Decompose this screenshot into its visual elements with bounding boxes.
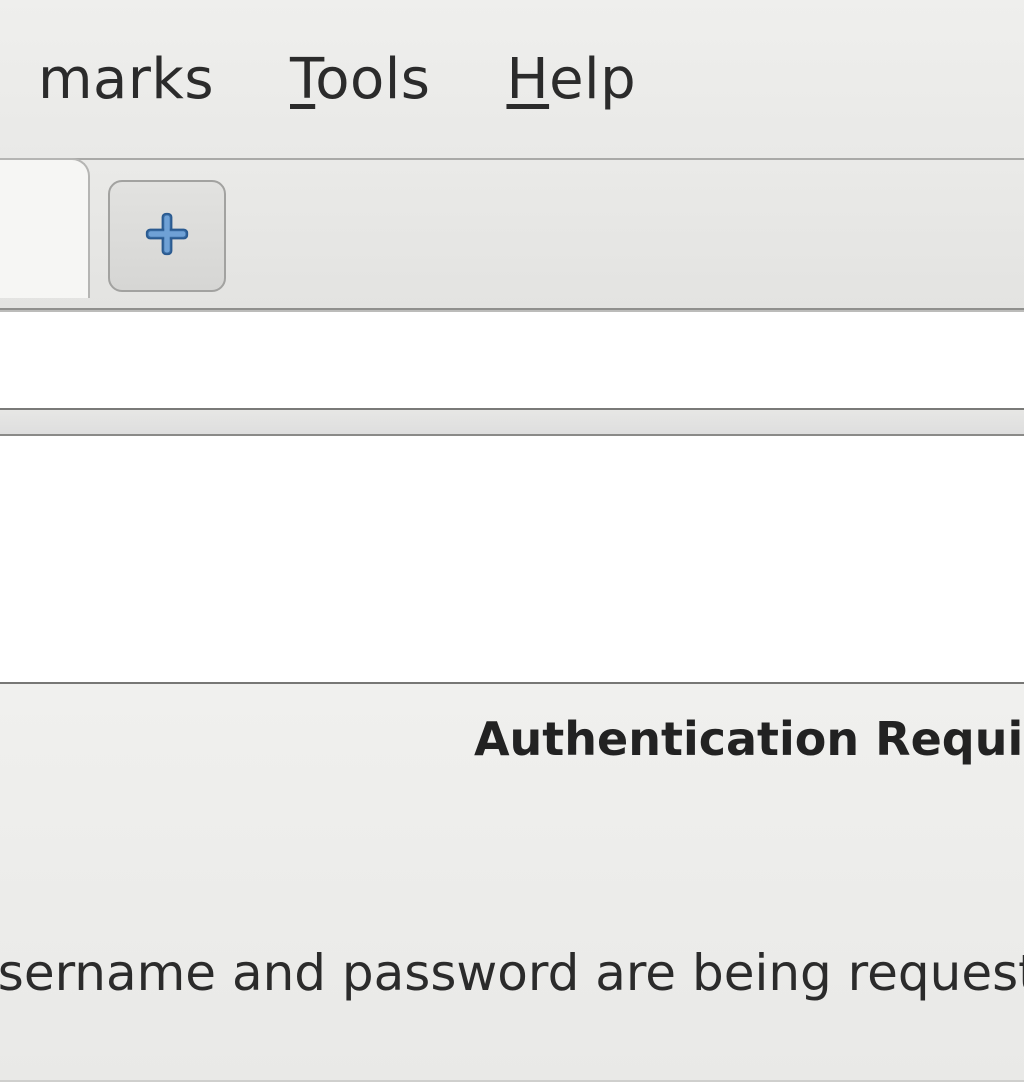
new-tab-button[interactable]: [108, 180, 226, 292]
active-tab[interactable]: [0, 158, 90, 298]
menu-tools[interactable]: Tools: [252, 47, 468, 112]
menu-label-suffix: elp: [549, 47, 636, 112]
menu-bookmarks[interactable]: marks: [0, 47, 252, 112]
url-bar[interactable]: [0, 310, 1024, 410]
auth-dialog: Authentication Required A username and p…: [0, 682, 1024, 1082]
plus-icon: [140, 207, 194, 265]
menu-label-mnemonic: H: [506, 47, 549, 112]
menu-label-mnemonic: T: [290, 47, 315, 112]
dialog-title: Authentication Required: [270, 712, 1024, 766]
dialog-body: A username and password are being reques…: [0, 944, 960, 1002]
toolbar-strip: [0, 410, 1024, 436]
menu-help[interactable]: Help: [468, 47, 674, 112]
menu-label-suffix: marks: [38, 47, 214, 112]
menu-bar: marks Tools Help: [0, 0, 1024, 160]
menu-label-suffix: ools: [315, 47, 430, 112]
tab-strip: [0, 160, 1024, 310]
